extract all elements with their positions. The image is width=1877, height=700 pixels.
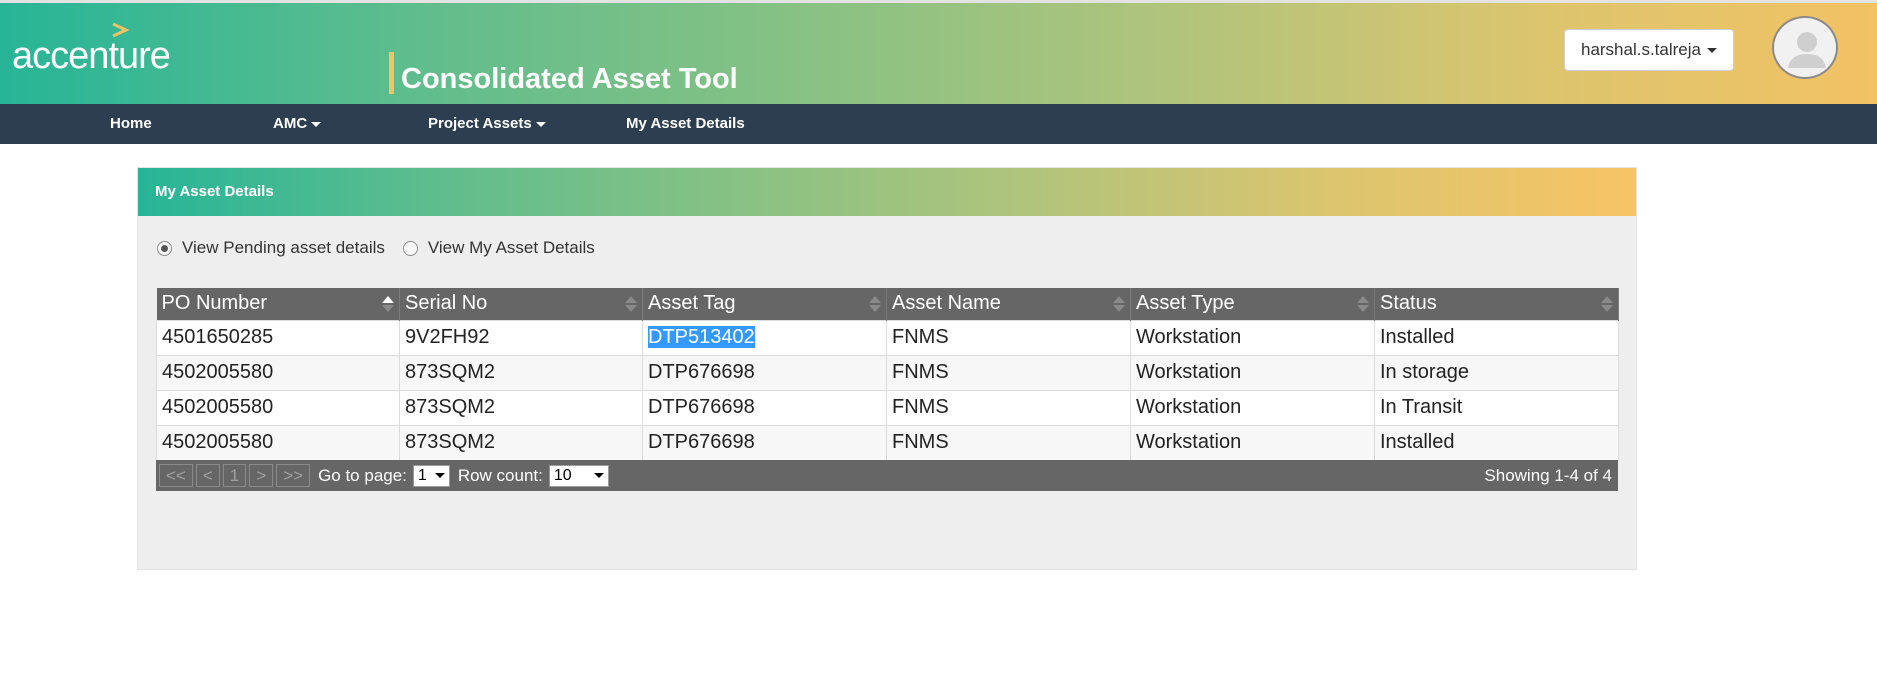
selected-text: DTP513402	[648, 326, 755, 348]
radio-view-my-assets[interactable]	[402, 240, 418, 256]
sort-icon[interactable]	[1356, 295, 1370, 313]
table-cell: DTP676698	[642, 424, 887, 461]
table-cell: 873SQM2	[399, 354, 643, 391]
chevron-down-icon	[1707, 47, 1717, 53]
goto-page-select[interactable]: 1	[412, 464, 450, 487]
column-header-status[interactable]: Status	[1374, 288, 1619, 320]
table-cell: FNMS	[886, 424, 1131, 461]
sort-icon[interactable]	[868, 295, 882, 313]
table-cell: 873SQM2	[399, 424, 643, 461]
app-header: accenture Consolidated Asset Tool harsha…	[0, 3, 1877, 104]
table-cell: FNMS	[886, 354, 1131, 391]
current-page-indicator: 1	[222, 464, 247, 487]
nav-home-label: Home	[110, 115, 152, 132]
table-cell: 9V2FH92	[399, 319, 643, 356]
table-cell: 4502005580	[156, 424, 400, 461]
row-count-value: 10	[553, 466, 572, 484]
table-row[interactable]: 4501650285 9V2FH92 DTP513402 FNMS Workst…	[156, 319, 1619, 356]
table-pager: << < 1 > >> Go to page: 1 Row count: 10 …	[156, 460, 1618, 491]
avatar[interactable]	[1772, 16, 1838, 79]
last-page-button[interactable]: >>	[276, 464, 311, 487]
chevron-down-icon	[434, 473, 445, 478]
table-cell: Installed	[1374, 319, 1619, 356]
table-row[interactable]: 4502005580 873SQM2 DTP676698 FNMS Workst…	[156, 389, 1619, 426]
user-menu-button[interactable]: harshal.s.talreja	[1564, 29, 1734, 71]
table-cell: FNMS	[886, 389, 1131, 426]
view-mode-radio-group: View Pending asset details View My Asset…	[157, 236, 613, 260]
column-header-asset-type[interactable]: Asset Type	[1130, 288, 1375, 320]
nav-home[interactable]: Home	[110, 104, 152, 144]
sort-icon[interactable]	[1600, 295, 1614, 313]
table-cell: Workstation	[1130, 424, 1375, 461]
column-header-serial-no[interactable]: Serial No	[399, 288, 643, 320]
nav-my-asset-details[interactable]: My Asset Details	[626, 104, 745, 144]
table-cell: 873SQM2	[399, 389, 643, 426]
column-header-asset-name[interactable]: Asset Name	[886, 288, 1131, 320]
nav-amc-label: AMC	[273, 115, 308, 132]
nav-amc[interactable]: AMC	[273, 104, 322, 144]
table-cell: In Transit	[1374, 389, 1619, 426]
nav-project-assets[interactable]: Project Assets	[428, 104, 546, 144]
sort-icon[interactable]	[624, 295, 638, 313]
table-cell: DTP676698	[642, 389, 887, 426]
table-cell: DTP513402	[642, 319, 887, 356]
row-count-select[interactable]: 10	[548, 464, 609, 487]
accenture-logo[interactable]: accenture	[12, 22, 171, 79]
next-page-button[interactable]: >	[249, 464, 274, 487]
chevron-down-icon	[311, 121, 322, 127]
radio-view-my-assets-label[interactable]: View My Asset Details	[428, 238, 595, 258]
column-header-label: PO Number	[161, 292, 268, 315]
title-accent-bar	[389, 52, 394, 94]
user-menu-label: harshal.s.talreja	[1580, 40, 1701, 59]
goto-page-label: Go to page:	[318, 465, 407, 485]
radio-view-pending[interactable]	[157, 240, 172, 256]
pager-status: Showing 1-4 of 4	[1484, 466, 1612, 485]
prev-page-button[interactable]: <	[195, 464, 220, 487]
nav-my-asset-details-label: My Asset Details	[626, 115, 745, 132]
panel-title: My Asset Details	[155, 183, 274, 200]
user-silhouette-icon	[1788, 32, 1826, 68]
main-navbar: Home AMC Project Assets My Asset Details	[0, 104, 1877, 144]
table-cell: Workstation	[1130, 319, 1375, 356]
goto-page-value: 1	[417, 466, 427, 484]
sort-icon[interactable]	[1112, 295, 1126, 313]
table-cell: 4502005580	[156, 389, 400, 426]
table-cell: FNMS	[886, 319, 1131, 356]
chevron-down-icon	[593, 473, 604, 478]
column-header-label: Status	[1380, 292, 1437, 315]
column-header-po-number[interactable]: PO Number	[156, 288, 400, 320]
asset-table: PO Number Serial No Asset Tag Asset Name…	[156, 288, 1619, 461]
nav-project-assets-label: Project Assets	[428, 115, 532, 132]
row-count-label: Row count:	[457, 465, 543, 485]
table-cell: Workstation	[1130, 389, 1375, 426]
table-row[interactable]: 4502005580 873SQM2 DTP676698 FNMS Workst…	[156, 354, 1619, 391]
column-header-label: Asset Name	[892, 292, 1001, 315]
asset-details-panel: My Asset Details View Pending asset deta…	[137, 167, 1637, 570]
sort-ascending-icon[interactable]	[381, 295, 395, 313]
table-cell: Workstation	[1130, 354, 1375, 391]
column-header-asset-tag[interactable]: Asset Tag	[642, 288, 887, 320]
column-header-label: Serial No	[405, 292, 488, 315]
column-header-label: Asset Tag	[648, 292, 736, 315]
table-row[interactable]: 4502005580 873SQM2 DTP676698 FNMS Workst…	[156, 424, 1619, 461]
column-header-label: Asset Type	[1136, 292, 1235, 315]
chevron-down-icon	[535, 121, 546, 127]
logo-chevron-icon	[112, 22, 130, 38]
table-cell: In storage	[1374, 354, 1619, 391]
app-title: Consolidated Asset Tool	[401, 63, 738, 95]
logo-text: accenture	[12, 35, 171, 77]
table-header-row: PO Number Serial No Asset Tag Asset Name…	[156, 288, 1619, 320]
table-cell: 4501650285	[156, 319, 400, 356]
first-page-button[interactable]: <<	[159, 464, 193, 487]
table-cell: Installed	[1374, 424, 1619, 461]
table-cell: DTP676698	[642, 354, 887, 391]
table-cell: 4502005580	[156, 354, 400, 391]
panel-header: My Asset Details	[138, 168, 1636, 216]
radio-view-pending-label[interactable]: View Pending asset details	[182, 238, 385, 258]
